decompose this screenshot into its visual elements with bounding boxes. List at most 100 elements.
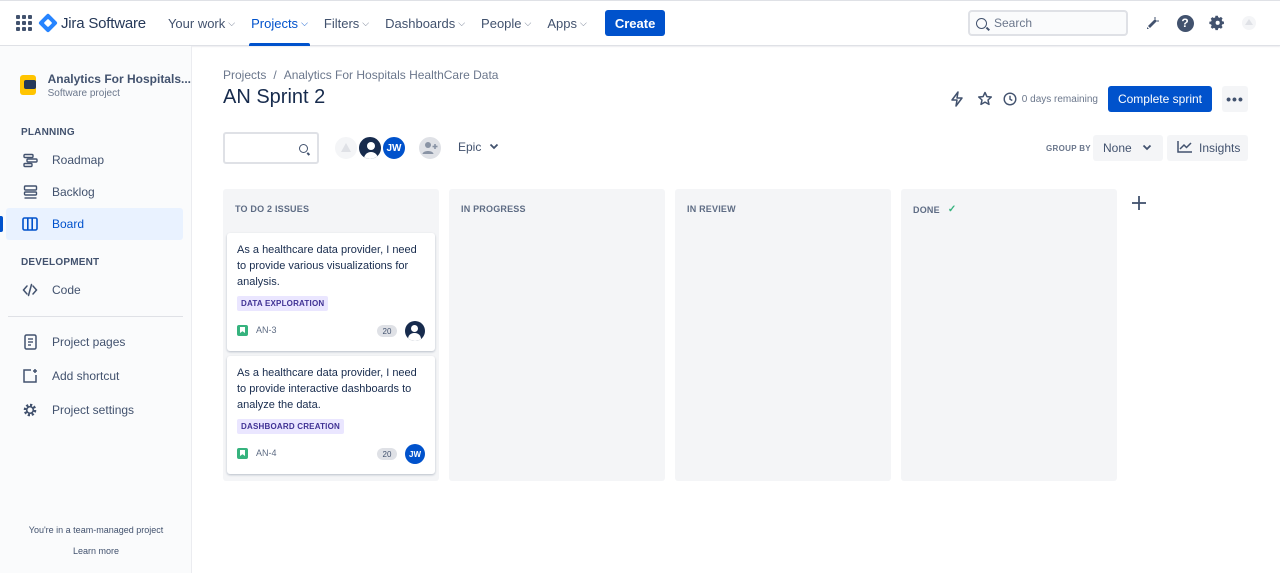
- issue-key[interactable]: AN-3: [256, 325, 277, 335]
- nav-label: Apps: [547, 15, 577, 31]
- roadmap-icon: [22, 152, 38, 168]
- backlog-icon: [22, 184, 38, 200]
- column-header: IN PROGRESS: [461, 204, 526, 214]
- profile-avatar-icon[interactable]: [1238, 12, 1260, 34]
- nav-apps[interactable]: Apps ⌵: [539, 0, 594, 46]
- sidebar-item-label: Board: [52, 217, 85, 231]
- automation-lightning-icon[interactable]: [947, 89, 967, 109]
- sidebar-item-backlog[interactable]: Backlog: [6, 176, 183, 208]
- board-search-input[interactable]: [223, 132, 319, 164]
- issue-card[interactable]: As a healthcare data provider, I need to…: [227, 233, 435, 351]
- insights-label: Insights: [1199, 141, 1241, 155]
- avatar-jw[interactable]: JW: [381, 135, 407, 161]
- sidebar-item-board[interactable]: Board: [0, 208, 183, 240]
- sidebar-item-project-settings[interactable]: Project settings: [6, 393, 183, 427]
- epic-filter-label: Epic: [458, 140, 482, 154]
- sidebar-item-label: Code: [52, 283, 81, 297]
- nav-dashboards[interactable]: Dashboards ⌵: [377, 0, 473, 46]
- column-done: DONE ✓: [901, 189, 1117, 481]
- primary-nav: Your work ⌵ Projects ⌵ Filters ⌵ Dashboards…: [160, 0, 595, 46]
- sprint-days-remaining: 0 days remaining: [1003, 92, 1098, 106]
- column-in-progress: IN PROGRESS: [449, 189, 665, 481]
- nav-label: People: [481, 15, 522, 31]
- jira-logo[interactable]: Jira Software: [38, 13, 146, 33]
- column-header: IN REVIEW: [687, 204, 736, 214]
- sidebar-divider: [8, 316, 183, 317]
- search-icon: [976, 17, 987, 29]
- issue-summary: As a healthcare data provider, I need to…: [237, 367, 417, 411]
- breadcrumb-projects-link[interactable]: Projects: [223, 68, 266, 82]
- chevron-down-icon: [489, 142, 499, 152]
- epic-label[interactable]: DATA EXPLORATION: [237, 296, 329, 311]
- notifications-bell-icon[interactable]: [1142, 12, 1164, 34]
- nav-filters[interactable]: Filters ⌵: [316, 0, 377, 46]
- column-todo: TO DO 2 ISSUES As a healthcare data prov…: [223, 189, 439, 481]
- sidebar-item-roadmap[interactable]: Roadmap: [6, 144, 183, 176]
- star-icon[interactable]: [975, 89, 995, 109]
- issue-card[interactable]: As a healthcare data provider, I need to…: [227, 356, 435, 474]
- chevron-down-icon: ⌵: [362, 17, 370, 28]
- help-icon[interactable]: ?: [1174, 12, 1196, 34]
- learn-more-link[interactable]: Learn more: [0, 546, 192, 556]
- nav-projects[interactable]: Projects ⌵: [243, 0, 316, 46]
- sidebar-item-label: Project settings: [52, 403, 135, 417]
- assignee-avatar-icon[interactable]: [405, 321, 425, 341]
- nav-your-work[interactable]: Your work ⌵: [160, 0, 243, 46]
- add-shortcut-icon: [22, 368, 38, 384]
- page-title: AN Sprint 2: [223, 86, 326, 108]
- column-header: DONE ✓: [913, 204, 956, 215]
- sidebar-item-add-shortcut[interactable]: Add shortcut: [6, 359, 183, 393]
- user-avatar-icon[interactable]: [357, 135, 383, 161]
- complete-sprint-button[interactable]: Complete sprint: [1107, 86, 1212, 112]
- global-search-input[interactable]: Search: [968, 10, 1128, 36]
- add-people-icon[interactable]: [417, 135, 443, 161]
- app-switcher-icon[interactable]: [16, 15, 32, 31]
- issue-summary: As a healthcare data provider, I need to…: [237, 244, 417, 288]
- issue-key[interactable]: AN-4: [256, 448, 277, 458]
- create-button[interactable]: Create: [604, 10, 666, 36]
- column-title: IN PROGRESS: [461, 204, 526, 214]
- chevron-down-icon: ⌵: [458, 17, 466, 28]
- plus-icon: [1132, 196, 1146, 210]
- project-header[interactable]: Analytics For Hospitals... Software proj…: [0, 46, 191, 99]
- chevron-down-icon: [1142, 143, 1152, 153]
- nav-right-actions: Search ?: [968, 10, 1260, 36]
- sidebar-item-project-pages[interactable]: Project pages: [6, 325, 183, 359]
- more-actions-button[interactable]: •••: [1222, 86, 1248, 112]
- insights-chart-icon: [1177, 140, 1193, 156]
- project-sidebar: Analytics For Hospitals... Software proj…: [0, 46, 192, 573]
- page-icon: [22, 334, 38, 350]
- epic-filter-dropdown[interactable]: Epic: [458, 140, 499, 154]
- column-in-review: IN REVIEW: [675, 189, 891, 481]
- group-by-value: None: [1103, 141, 1132, 155]
- add-column-button[interactable]: [1127, 191, 1151, 215]
- column-title: IN REVIEW: [687, 204, 736, 214]
- chevron-down-icon: ⌵: [580, 17, 587, 28]
- question-mark-icon: ?: [1176, 14, 1194, 32]
- chevron-down-icon: ⌵: [524, 17, 532, 28]
- assignee-avatar-jw[interactable]: JW: [405, 444, 425, 464]
- breadcrumb-project-link[interactable]: Analytics For Hospitals HealthCare Data: [284, 68, 499, 82]
- board-filter-bar: JW Epic GROUP BY None Insights: [223, 132, 1253, 164]
- gear-icon: [22, 402, 38, 418]
- jira-logo-icon: [38, 13, 58, 33]
- story-points-badge: 20: [377, 448, 397, 460]
- insights-button[interactable]: Insights: [1167, 135, 1248, 161]
- clock-icon: [1003, 92, 1017, 106]
- search-placeholder: Search: [994, 16, 1033, 30]
- column-title: DONE: [913, 204, 940, 215]
- sidebar-item-code[interactable]: Code: [6, 274, 183, 306]
- team-managed-note: You're in a team-managed project: [28, 525, 164, 535]
- epic-label[interactable]: DASHBOARD CREATION: [237, 419, 345, 434]
- group-by-dropdown[interactable]: None: [1093, 135, 1163, 161]
- settings-gear-icon[interactable]: [1206, 12, 1228, 34]
- board-icon: [22, 216, 38, 232]
- unassigned-avatar-icon[interactable]: [333, 135, 359, 161]
- development-section-label: DEVELOPMENT: [21, 257, 100, 268]
- column-header: TO DO 2 ISSUES: [235, 204, 309, 214]
- chevron-down-icon: ⌵: [228, 17, 236, 28]
- story-icon: [237, 325, 248, 336]
- nav-people[interactable]: People ⌵: [473, 0, 539, 46]
- project-info: Analytics For Hospitals... Software proj…: [48, 72, 191, 99]
- story-points-badge: 20: [377, 325, 397, 337]
